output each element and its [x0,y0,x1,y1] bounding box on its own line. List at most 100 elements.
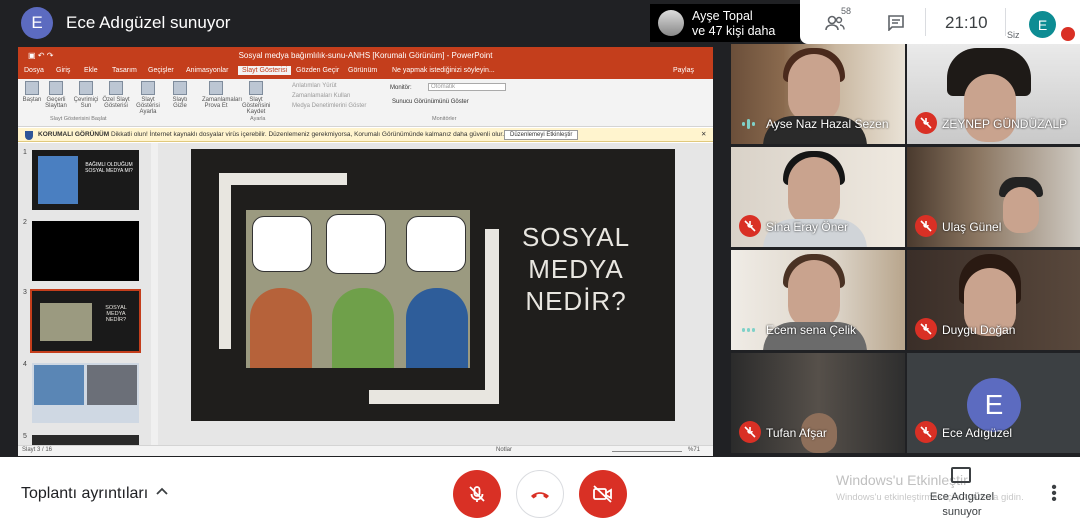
timer-icon [209,81,223,95]
monitor-label: Monitör: [390,85,412,91]
participant-name: Sina Eray Öner [766,220,849,234]
self-avatar[interactable]: E [1029,11,1056,38]
thumbnail-image [38,156,78,204]
bottom-bar: Toplantı ayrıntıları Windows'u Etkinleşt… [0,457,1080,528]
custom-show-button[interactable]: Özel Slayt Gösterisi [102,81,130,109]
thumbnail-text: SOSYAL MEDYA NEDİR? [105,305,127,323]
leave-call-button[interactable] [516,470,564,518]
chat-button[interactable] [879,8,913,38]
present-screen-icon[interactable] [951,467,971,483]
presenting-label[interactable]: Ece Adıgüzel sunuyor [924,490,1000,520]
microphone-toggle-button[interactable] [453,470,501,518]
zoom-slider[interactable] [612,451,682,452]
hide-slide-button[interactable]: Slaytı Gizle [166,81,194,109]
tab-dosya[interactable]: Dosya [24,67,44,74]
zoom-level[interactable]: %71 [688,447,700,453]
participant-video [788,157,840,225]
slideshow-icon [49,81,63,95]
slide-title-line: MEDYA [528,254,624,284]
slide-thumbnail-2[interactable] [32,221,139,281]
thumbnail-number: 2 [23,219,27,226]
thumbnail-scrollbar[interactable] [151,143,158,445]
people-button[interactable]: 58 [818,6,852,38]
tab-gozden-gecir[interactable]: Gözden Geçir [296,67,339,74]
hide-slide-icon [173,81,187,95]
share-button[interactable]: Paylaş [673,67,694,74]
group-monitors: Monitörler [432,116,457,122]
presenter-avatar: E [21,7,53,39]
participant-tile[interactable]: Ayse Naz Hazal Sezen [731,44,905,144]
tell-me-search[interactable]: Ne yapmak istediğinizi söyleyin... [392,67,495,74]
close-icon[interactable]: ✕ [701,128,706,142]
present-online-button[interactable]: Çevrimiçi Sun [72,81,100,109]
slide-thumbnail-4[interactable] [32,363,139,423]
speech-bubble [406,216,466,272]
tab-giris[interactable]: Giriş [56,67,70,74]
chat-icon [888,15,904,31]
tab-animasyonlar[interactable]: Animasyonlar [186,67,228,74]
participant-name: ZEYNEP GÜNDÜZALP [942,117,1068,131]
self-mic-off-icon [1061,27,1075,41]
record-slideshow-button[interactable]: Slayt Gösterisini Kaydet [242,81,270,115]
check-timings[interactable]: Zamanlamaları Kullan [292,93,350,99]
participant-tile[interactable]: Ulaş Günel [907,147,1080,247]
chevron-up-icon[interactable] [156,487,168,495]
participant-tile[interactable]: Tufan Afşar [731,353,905,453]
thumbnail-number: 4 [23,361,27,368]
people-summary[interactable]: Ayşe Topal ve 47 kişi daha [650,4,800,42]
participant-tile[interactable]: Duygu Doğan [907,250,1080,350]
camera-toggle-button[interactable] [579,470,627,518]
ribbon-tabs: Dosya Giriş Ekle Tasarım Geçişler Animas… [18,65,713,79]
tab-gorunum[interactable]: Görünüm [348,67,377,74]
protected-view-text: Dikkatli olun! İnternet kaynaklı dosyala… [110,131,505,138]
slide-canvas: SOSYAL MEDYA NEDİR? [158,143,713,445]
thumbnail-number: 3 [23,289,27,296]
tab-gecisler[interactable]: Geçişler [148,67,174,74]
meeting-details-button[interactable]: Toplantı ayrıntıları [21,485,148,503]
cartoon-figure [250,288,312,368]
cartoon-figure [332,288,394,368]
participant-tile[interactable]: Ecem sena Çelik [731,250,905,350]
participant-tile[interactable]: E Ece Adıgüzel [907,353,1080,453]
participant-avatar [658,10,684,36]
participant-tile[interactable]: Sina Eray Öner [731,147,905,247]
more-options-icon[interactable]: • • • [1048,480,1060,508]
current-slide: SOSYAL MEDYA NEDİR? [191,149,675,421]
self-label: Siz [1007,30,1020,40]
monitor-select[interactable]: Otomatik [428,83,506,91]
activation-watermark-title: Windows'u Etkinleştir [836,472,968,488]
tab-ekle[interactable]: Ekle [84,67,98,74]
participant-name: Ece Adıgüzel [942,426,1013,440]
participant-video [788,260,840,328]
speaking-icon [742,119,755,129]
slide-title: SOSYAL MEDYA NEDİR? [511,221,641,317]
tab-tasarim[interactable]: Tasarım [112,67,137,74]
mic-off-icon [739,421,761,443]
thumbnail-text: BAĞIMLI OLDUĞUM SOSYAL MEDYA MI? [85,162,133,174]
slide-title-line: SOSYAL [521,222,631,252]
check-media-controls[interactable]: Medya Denetimlerini Göster [292,103,366,109]
participant-video [1003,187,1039,233]
from-current-button[interactable]: Geçerli Slayttan [42,81,70,109]
thumbnail-image [40,303,92,341]
participant-video [788,54,840,122]
setup-slideshow-button[interactable]: Slayt Gösterisi Ayarla [134,81,162,115]
slide-thumbnail-3[interactable]: SOSYAL MEDYA NEDİR? [30,289,141,353]
thumbnail-number: 1 [23,149,27,156]
participant-video [964,74,1016,142]
presenter-title: Ece Adıgüzel sunuyor [66,13,231,32]
rehearse-timings-button[interactable]: Zamanlamaları Prova Et [202,81,242,109]
people-summary-count: ve 47 kişi daha [692,24,776,38]
tab-slayt-gosterisi[interactable]: Slayt Gösterisi [238,66,292,75]
notes-button[interactable]: Notlar [496,447,512,453]
mic-off-icon [469,486,485,502]
participant-tile[interactable]: ZEYNEP GÜNDÜZALP [907,44,1080,144]
mic-off-icon [739,215,761,237]
cartoon-image [246,210,470,368]
powerpoint-title-bar: ▣ ↶ ↷ Sosyal medya bağımlılık-sunu-ANHS … [18,47,713,65]
slide-title-line: NEDİR? [525,286,627,316]
enable-editing-button[interactable]: Düzenlemeyi Etkinleştir [504,130,579,140]
slide-thumbnail-1[interactable]: BAĞIMLI OLDUĞUM SOSYAL MEDYA MI? [32,150,139,210]
check-presenter-view[interactable]: Sunucu Görünümünü Göster [392,99,469,105]
check-narrations[interactable]: Anlatımları Yürüt [292,83,337,89]
